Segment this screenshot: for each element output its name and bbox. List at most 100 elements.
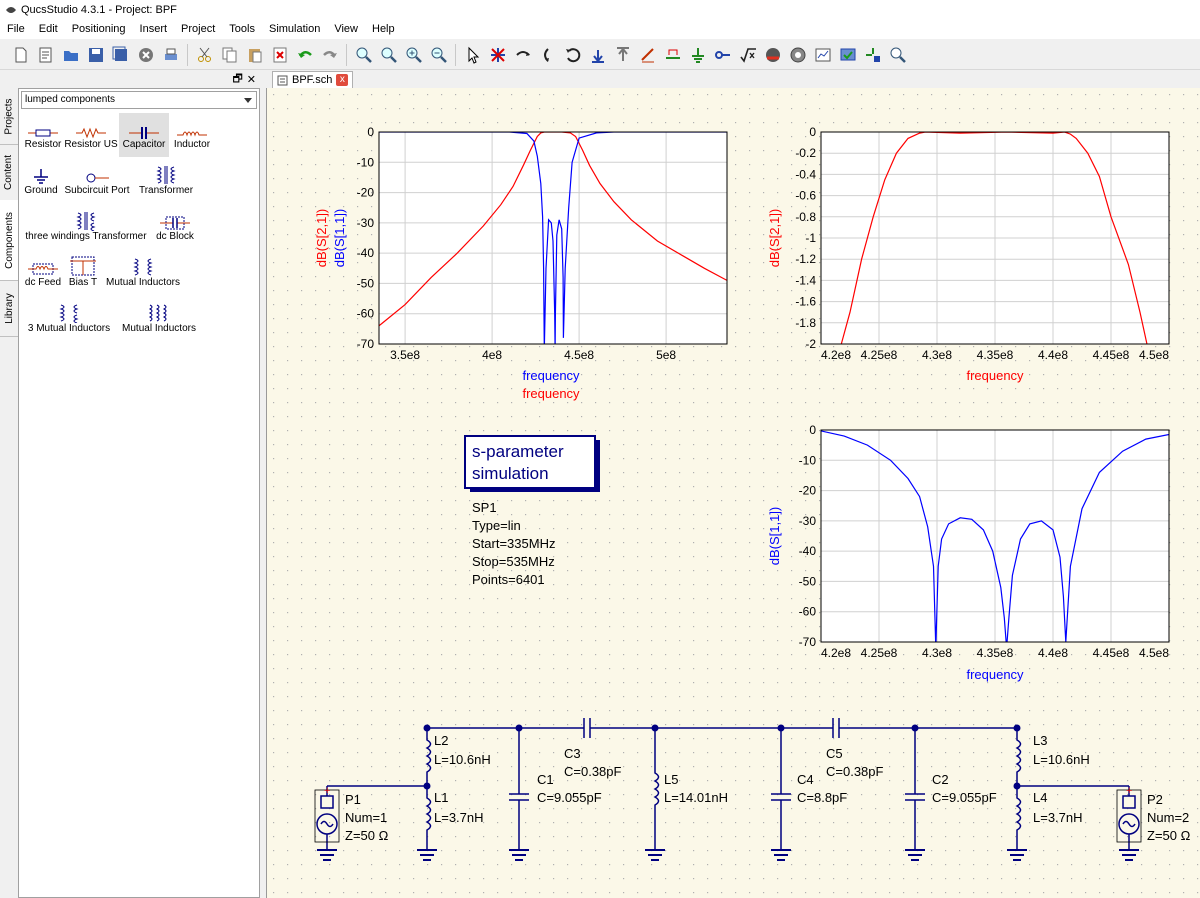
dock-close-button[interactable]: ✕ bbox=[247, 73, 256, 86]
open-folder-icon[interactable] bbox=[60, 44, 82, 66]
menu-edit[interactable]: Edit bbox=[32, 20, 65, 39]
insert-port-icon[interactable] bbox=[712, 44, 734, 66]
new-document-icon[interactable] bbox=[10, 44, 32, 66]
side-tab-components[interactable]: Components bbox=[0, 200, 18, 281]
component-category-select[interactable]: lumped components bbox=[21, 91, 257, 109]
component-resistor-us[interactable]: Resistor US bbox=[63, 119, 119, 150]
y-tick-label: -30 bbox=[799, 514, 817, 528]
component-mutual-inductors-2[interactable]: Mutual Inductors bbox=[117, 303, 201, 334]
qucs-app-icon bbox=[6, 7, 16, 13]
go-into-subcircuit-icon[interactable] bbox=[587, 44, 609, 66]
toggle-display-icon[interactable] bbox=[837, 44, 859, 66]
x-tick-label: 4.45e8 bbox=[1093, 348, 1130, 362]
x-tick-label: 4.3e8 bbox=[922, 348, 952, 362]
copy-icon[interactable] bbox=[219, 44, 241, 66]
y-tick-label: -1 bbox=[805, 231, 816, 245]
zoom-in-icon[interactable] bbox=[403, 44, 425, 66]
label-P1-name: P1 bbox=[345, 792, 361, 807]
sim-name: SP1 bbox=[472, 500, 497, 515]
component-mutual-inductors[interactable]: Mutual Inductors bbox=[103, 257, 183, 288]
dock-float-button[interactable]: 🗗 bbox=[232, 70, 242, 89]
tab-bpf-sch[interactable]: BPF.sch x bbox=[272, 71, 354, 88]
menu-help[interactable]: Help bbox=[365, 20, 402, 39]
mirror-y-icon[interactable] bbox=[537, 44, 559, 66]
chart-s21-passband[interactable]: 0 -0.2 -0.4 -0.6 -0.8 -1 -1.2 -1.4 -1.6 -1.8 -2 4.2… bbox=[767, 125, 1170, 383]
simulate-icon[interactable] bbox=[762, 44, 784, 66]
select-pointer-icon[interactable] bbox=[462, 44, 484, 66]
component-3-mutual-inductors[interactable]: 3 Mutual Inductors bbox=[23, 303, 115, 334]
component-ground[interactable]: Ground bbox=[23, 165, 59, 196]
menu-view[interactable]: View bbox=[327, 20, 365, 39]
y-axis-label: dB(S[2,1]) bbox=[767, 209, 782, 268]
view-data-display-icon[interactable] bbox=[812, 44, 834, 66]
menu-positioning[interactable]: Positioning bbox=[65, 20, 133, 39]
set-marker-icon[interactable] bbox=[862, 44, 884, 66]
resistor-us-icon bbox=[76, 127, 106, 139]
insert-label-icon[interactable] bbox=[662, 44, 684, 66]
schematic-canvas[interactable]: 0 -10 -20 -30 -40 -50 -60 -70 3.5e8 4e8 4.5e8 5e8 d… bbox=[266, 88, 1200, 898]
dc-block-icon bbox=[160, 216, 190, 230]
component-capacitor[interactable]: Capacitor bbox=[119, 113, 169, 157]
component-resistor[interactable]: Resistor bbox=[23, 119, 63, 150]
toolbar-separator bbox=[187, 43, 188, 66]
deactivate-icon[interactable] bbox=[487, 44, 509, 66]
insert-equation-icon[interactable] bbox=[737, 44, 759, 66]
print-icon[interactable] bbox=[160, 44, 182, 66]
save-icon[interactable] bbox=[85, 44, 107, 66]
side-tab-content[interactable]: Content bbox=[0, 144, 18, 201]
y-tick-label: -0.8 bbox=[795, 210, 816, 224]
side-tab-bar: Projects Content Components Library bbox=[0, 88, 19, 898]
component-three-windings-transformer[interactable]: three windings Transformer bbox=[23, 211, 149, 242]
mutual-inductors-multi-icon bbox=[148, 304, 167, 322]
y-tick-label: -40 bbox=[799, 544, 817, 558]
sim-title-line2: simulation bbox=[472, 464, 549, 483]
zoom-fit-icon[interactable] bbox=[353, 44, 375, 66]
component-subcircuit-port[interactable]: Subcircuit Port bbox=[59, 165, 135, 196]
save-all-icon[interactable] bbox=[110, 44, 132, 66]
component-dc-block[interactable]: dc Block bbox=[151, 211, 199, 242]
y-axis-label-blue: dB(S[1,1]) bbox=[332, 209, 347, 268]
close-document-icon[interactable] bbox=[135, 44, 157, 66]
y-tick-label: -0.6 bbox=[795, 189, 816, 203]
redo-icon[interactable] bbox=[319, 44, 341, 66]
cut-icon[interactable] bbox=[194, 44, 216, 66]
sim-stop: Stop=535MHz bbox=[472, 554, 555, 569]
component-dc-feed[interactable]: dc Feed bbox=[23, 257, 63, 288]
insert-ground-icon[interactable] bbox=[687, 44, 709, 66]
settings-gear-icon[interactable] bbox=[787, 44, 809, 66]
component-inductor[interactable]: Inductor bbox=[169, 119, 215, 150]
tuning-icon[interactable] bbox=[887, 44, 909, 66]
menu-simulation[interactable]: Simulation bbox=[262, 20, 327, 39]
undo-icon[interactable] bbox=[294, 44, 316, 66]
zoom-actual-icon[interactable] bbox=[378, 44, 400, 66]
component-transformer[interactable]: Transformer bbox=[135, 165, 197, 196]
y-tick-label: -10 bbox=[799, 453, 817, 467]
menu-tools[interactable]: Tools bbox=[222, 20, 262, 39]
side-tab-projects[interactable]: Projects bbox=[0, 88, 18, 145]
three-mutual-inductors-icon bbox=[59, 304, 79, 323]
mirror-x-icon[interactable] bbox=[512, 44, 534, 66]
label-L4-name: L4 bbox=[1033, 790, 1047, 805]
x-tick-label: 4.5e8 bbox=[564, 348, 594, 362]
x-tick-label: 4.5e8 bbox=[1139, 646, 1169, 660]
new-text-icon[interactable] bbox=[35, 44, 57, 66]
side-tab-library[interactable]: Library bbox=[0, 280, 18, 337]
insert-wire-icon[interactable] bbox=[637, 44, 659, 66]
label-L3-value: L=10.6nH bbox=[1033, 752, 1090, 767]
pop-out-icon[interactable] bbox=[612, 44, 634, 66]
rotate-icon[interactable] bbox=[562, 44, 584, 66]
label-C4-name: C4 bbox=[797, 772, 814, 787]
delete-icon[interactable] bbox=[269, 44, 291, 66]
menu-file[interactable]: File bbox=[0, 20, 32, 39]
bias-t-icon bbox=[70, 256, 96, 276]
paste-icon[interactable] bbox=[244, 44, 266, 66]
component-bias-t[interactable]: Bias T bbox=[65, 256, 101, 288]
label-P1-num: Num=1 bbox=[345, 810, 387, 825]
label-L1-name: L1 bbox=[434, 790, 448, 805]
label-P2-name: P2 bbox=[1147, 792, 1163, 807]
menu-project[interactable]: Project bbox=[174, 20, 222, 39]
menu-insert[interactable]: Insert bbox=[133, 20, 175, 39]
zoom-out-icon[interactable] bbox=[428, 44, 450, 66]
close-tab-button[interactable]: x bbox=[336, 74, 349, 86]
port-plus-sign: + bbox=[324, 785, 330, 797]
